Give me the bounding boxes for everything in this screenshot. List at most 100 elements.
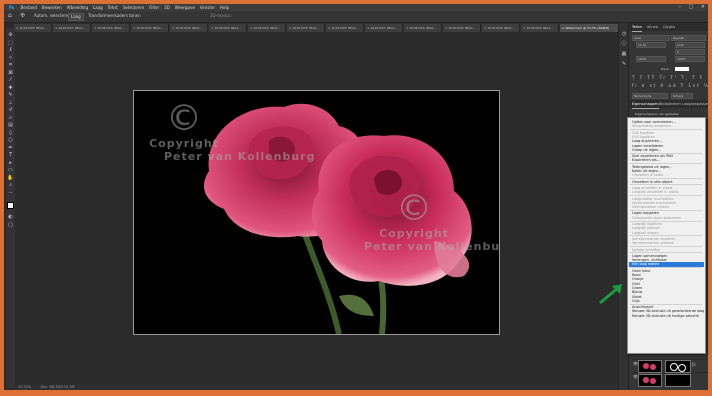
layer-mask-thumbnail-2[interactable]: [665, 374, 691, 387]
home-icon[interactable]: ⌂: [8, 13, 12, 19]
eyedropper-icon[interactable]: ⁄: [7, 77, 14, 84]
tab-properties[interactable]: Eigenschappen: [632, 100, 659, 109]
vertical-scale-field[interactable]: 100%: [636, 56, 666, 62]
quick-select-icon[interactable]: ✧: [7, 55, 14, 62]
menu-selecteren[interactable]: Selecteren: [123, 4, 144, 11]
document-canvas[interactable]: © Copyright Peter van Kollenburg © Copyr…: [133, 90, 500, 335]
status-bar: 33,33% Doc: 68,7M/133,5M: [15, 384, 618, 390]
tracking-field[interactable]: 0: [675, 49, 705, 55]
context-menu-item[interactable]: Nieuwe 3D-extrusie uit huidige selectie: [632, 314, 699, 319]
transform-controls-checkbox[interactable]: Transformeerkaders tonen: [88, 13, 141, 19]
document-tab[interactable]: × 20181005 IMG0...: [92, 24, 130, 32]
document-tab[interactable]: × 20181005 IMG0...: [170, 24, 208, 32]
maximize-button[interactable]: □: [688, 4, 693, 10]
eraser-tool-icon[interactable]: ▱: [7, 115, 14, 122]
document-tab[interactable]: × 20181005 IMG0...: [365, 24, 403, 32]
doc-size[interactable]: Doc: 68,7M/133,5M: [40, 385, 74, 389]
document-tab[interactable]: × 20181005 IMG0...: [14, 24, 52, 32]
rectangle-tool-icon[interactable]: ▭: [7, 167, 14, 174]
font-family-field[interactable]: Arial: [632, 35, 670, 41]
document-tab[interactable]: × 20181005 IMG0...: [248, 24, 286, 32]
blur-tool-icon[interactable]: ◊: [7, 130, 14, 137]
document-tab[interactable]: × 20181005 IMG0...: [482, 24, 520, 32]
path-select-icon[interactable]: ▸: [7, 160, 14, 167]
opentype-buttons[interactable]: fi σ st A ad T 1st ½: [632, 84, 708, 88]
layer-thumbnail-roses[interactable]: [638, 360, 662, 373]
brush-panel-icon[interactable]: ✎: [621, 61, 627, 67]
watermark-1: © Copyright Peter van Kollenburg: [134, 101, 314, 164]
window-controls: – □ ✕: [672, 4, 705, 11]
menu-bar: Ps Bestand Bewerken Afbeelding Laag Tekst Sel…: [4, 4, 708, 11]
crop-tool-icon[interactable]: ⌗: [7, 62, 14, 69]
history-icon[interactable]: ◷: [621, 31, 627, 37]
menu-laag[interactable]: Laag: [93, 4, 103, 11]
antialias-dropdown[interactable]: Scherp: [671, 93, 693, 99]
tab-glyphs[interactable]: Glyphs: [663, 23, 675, 31]
minimize-button[interactable]: –: [678, 4, 681, 10]
language-dropdown[interactable]: Nederlands: [632, 93, 668, 99]
zoom-level[interactable]: 33,33%: [18, 385, 31, 389]
options-bar: ⌂ ✣ Autom. selecteren: Laag Transformeer…: [4, 11, 708, 23]
context-menu-item: Laagstijl omzetten in pixels: [632, 190, 679, 195]
dodge-tool-icon[interactable]: ○: [7, 137, 14, 144]
document-tab[interactable]: × 20181005 IMG0...: [131, 24, 169, 32]
font-size-field[interactable]: 12 pt: [636, 42, 666, 48]
frame-tool-icon[interactable]: ⊠: [7, 70, 14, 77]
stamp-tool-icon[interactable]: ⊥: [7, 100, 14, 107]
menu-weergave[interactable]: Weergave: [175, 4, 195, 11]
tab-paragraph[interactable]: Alinea: [647, 23, 658, 31]
auto-select-target-dropdown[interactable]: Laag: [68, 13, 84, 21]
tab-adjustments[interactable]: Laagaanpassingen: [682, 100, 708, 108]
document-tab[interactable]: × 20181005 IMG0...: [404, 24, 442, 32]
move-tool-icon[interactable]: ✣: [20, 13, 25, 19]
menu-afbeelding[interactable]: Afbeelding: [67, 4, 88, 11]
info-icon[interactable]: ⓘ: [621, 41, 627, 47]
hand-tool-icon[interactable]: ✋: [7, 175, 14, 182]
menu-bewerken[interactable]: Bewerken: [42, 4, 62, 11]
menu-tekst[interactable]: Tekst: [108, 4, 118, 11]
menu-filter[interactable]: Filter: [149, 4, 159, 11]
menu-bestand[interactable]: Bestand: [21, 4, 37, 11]
menu-3d[interactable]: 3D: [164, 4, 170, 11]
history-brush-icon[interactable]: ↺: [7, 107, 14, 114]
horizontal-scale-field[interactable]: 100%: [675, 56, 705, 62]
document-tab[interactable]: × 20181005 IMG0...: [443, 24, 481, 32]
screen-mode-icon[interactable]: ▢: [7, 222, 14, 229]
layer-mask-thumbnail[interactable]: [665, 360, 691, 373]
layer-effects-icon[interactable]: ƒx: [692, 362, 696, 367]
document-tab[interactable]: × 20181005 IMG0...: [209, 24, 247, 32]
document-tab[interactable]: × 20181005 IMG0...: [287, 24, 325, 32]
healing-brush-icon[interactable]: ✚: [7, 85, 14, 92]
auto-select-checkbox[interactable]: Autom. selecteren:: [34, 13, 72, 19]
type-tool-icon[interactable]: T: [7, 152, 14, 159]
copyright-symbol: ©: [396, 188, 432, 229]
document-tab[interactable]: × 20181005 IMG0...: [326, 24, 364, 32]
more-tools-icon[interactable]: ⋯: [7, 190, 14, 197]
close-button[interactable]: ✕: [701, 4, 705, 10]
zoom-tool-icon[interactable]: ⌕: [7, 182, 14, 189]
leading-field[interactable]: Auto: [675, 42, 705, 48]
document-tabs: × 20181005 IMG0... × 20181005 IMG0... × 20…: [14, 23, 620, 32]
lasso-tool-icon[interactable]: ℓ: [7, 47, 14, 54]
swatches-icon[interactable]: ▦: [621, 51, 627, 57]
foreground-color-swatch[interactable]: [7, 202, 14, 209]
font-style-field[interactable]: Regular: [671, 35, 706, 41]
gradient-tool-icon[interactable]: ▤: [7, 122, 14, 129]
tab-character[interactable]: Teken: [632, 23, 642, 32]
menu-venster[interactable]: Venster: [200, 4, 215, 11]
quick-mask-icon[interactable]: ◐: [7, 214, 14, 221]
text-color-swatch[interactable]: [675, 67, 689, 71]
canvas-area: © Copyright Peter van Kollenburg © Copyr…: [15, 32, 618, 386]
document-tab[interactable]: × 20181005 IMG0...: [53, 24, 91, 32]
tab-libraries[interactable]: Bibliotheken: [659, 100, 681, 108]
brush-tool-icon[interactable]: ✎: [7, 92, 14, 99]
pen-tool-icon[interactable]: ✒: [7, 145, 14, 152]
text-style-buttons[interactable]: T T TT Tr T' T, T F: [632, 76, 704, 80]
tab-active-document[interactable]: × Watermerk @ 33,3% (RGB/8): [560, 24, 620, 32]
marquee-tool-icon[interactable]: ⬚: [7, 40, 14, 47]
menu-help[interactable]: Help: [220, 4, 229, 11]
context-menu-item: Vormkenmerken plakken: [632, 241, 674, 246]
move-tool-icon[interactable]: ✣: [7, 32, 14, 39]
layer-thumbnail-roses-2[interactable]: [638, 374, 662, 387]
document-tab[interactable]: × 20181005 IMG0...: [521, 24, 559, 32]
